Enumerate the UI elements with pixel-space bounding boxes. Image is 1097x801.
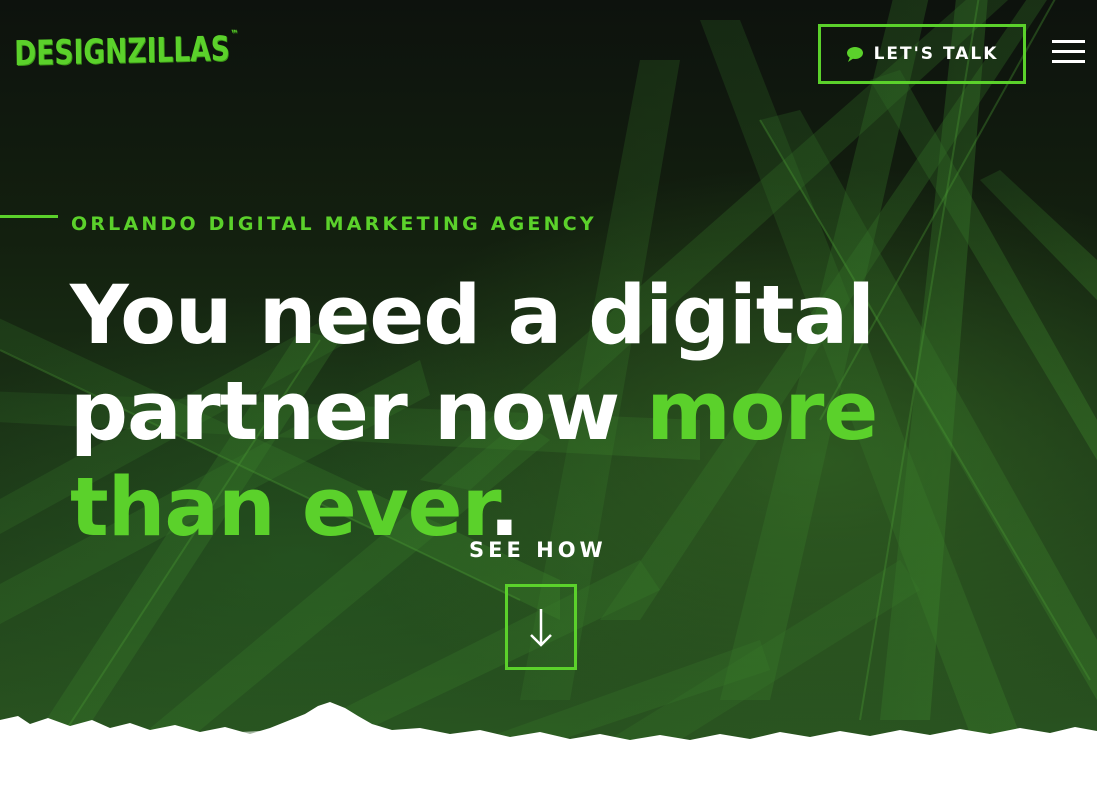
eyebrow-accent-line bbox=[0, 215, 58, 218]
scroll-down-button[interactable] bbox=[505, 584, 577, 670]
trademark-mark: ™ bbox=[230, 28, 239, 41]
lets-talk-button[interactable]: LET'S TALK bbox=[818, 24, 1026, 84]
designzillas-logo[interactable]: DESIGNZILLAS™ bbox=[14, 29, 239, 74]
hero-section: DESIGNZILLAS™ LET'S TALK ORLANDO DIGITAL… bbox=[0, 0, 1097, 801]
hamburger-menu-icon[interactable] bbox=[1052, 40, 1085, 64]
arrow-down-icon bbox=[530, 609, 552, 647]
logo-text: DESIGNZILLAS bbox=[14, 29, 231, 74]
chat-bubble-icon bbox=[846, 47, 863, 62]
see-how-link[interactable]: SEE HOW bbox=[469, 538, 607, 562]
lets-talk-label: LET'S TALK bbox=[873, 44, 999, 64]
torn-paper-edge bbox=[0, 702, 1097, 801]
eyebrow-tagline: ORLANDO DIGITAL MARKETING AGENCY bbox=[71, 213, 597, 235]
hero-headline: You need a digital partner now more than… bbox=[70, 268, 970, 556]
